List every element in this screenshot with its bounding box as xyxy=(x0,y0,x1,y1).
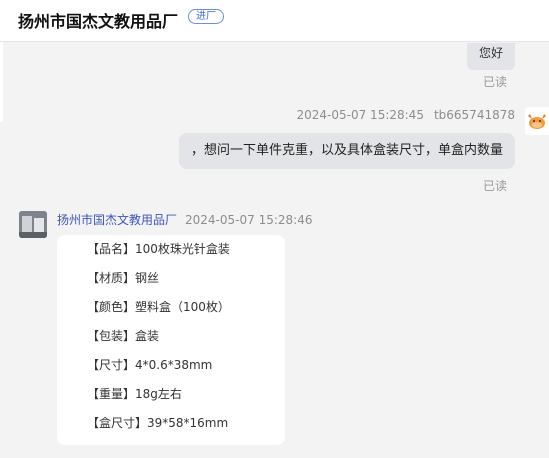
product-spec-card: 【品名】100枚珠光针盒装 【材质】钢丝 【颜色】塑料盒（100枚） 【包装】盒… xyxy=(57,235,285,445)
cartoon-cow-avatar-icon[interactable] xyxy=(525,107,549,135)
message-timestamp: 2024-05-07 15:28:46 xyxy=(185,213,313,227)
read-status: 已读 xyxy=(482,75,507,89)
spec-name: 【品名】100枚珠光针盒装 xyxy=(87,242,230,256)
message-meta-incoming: 扬州市国杰文教用品厂 2024-05-07 15:28:46 xyxy=(57,211,312,228)
sender-name[interactable]: 扬州市国杰文教用品厂 xyxy=(57,213,177,227)
enter-shop-badge[interactable]: 进厂 xyxy=(188,9,224,24)
shop-name[interactable]: 扬州市国杰文教用品厂 xyxy=(18,8,178,32)
message-meta-outgoing: 2024-05-07 15:28:45 tb665741878 xyxy=(297,108,516,122)
read-status: 已读 xyxy=(482,179,507,193)
spec-size: 【尺寸】4*0.6*38mm xyxy=(87,358,213,372)
spec-packaging: 【包装】盒装 xyxy=(87,329,160,343)
sender-name: tb665741878 xyxy=(433,108,515,122)
message-bubble-greeting: 您好 xyxy=(466,43,515,70)
spec-color: 【颜色】塑料盒（100枚） xyxy=(87,300,230,314)
chat-header: 扬州市国杰文教用品厂 进厂 xyxy=(0,0,549,42)
spec-weight: 【重量】18g左右 xyxy=(87,387,182,401)
message-bubble-outgoing: ，想问一下单件克重，以及具体盒装尺寸，单盒内数量 xyxy=(178,133,515,169)
shop-photo-avatar[interactable] xyxy=(19,211,47,238)
spec-box-size: 【盒尺寸】39*58*16mm xyxy=(87,416,229,430)
spec-material: 【材质】钢丝 xyxy=(87,271,160,285)
message-timestamp: 2024-05-07 15:28:45 xyxy=(296,108,424,122)
message-list[interactable]: 您好 已读 2024-05-07 15:28:45 tb665741878 ，想问… xyxy=(0,43,549,458)
